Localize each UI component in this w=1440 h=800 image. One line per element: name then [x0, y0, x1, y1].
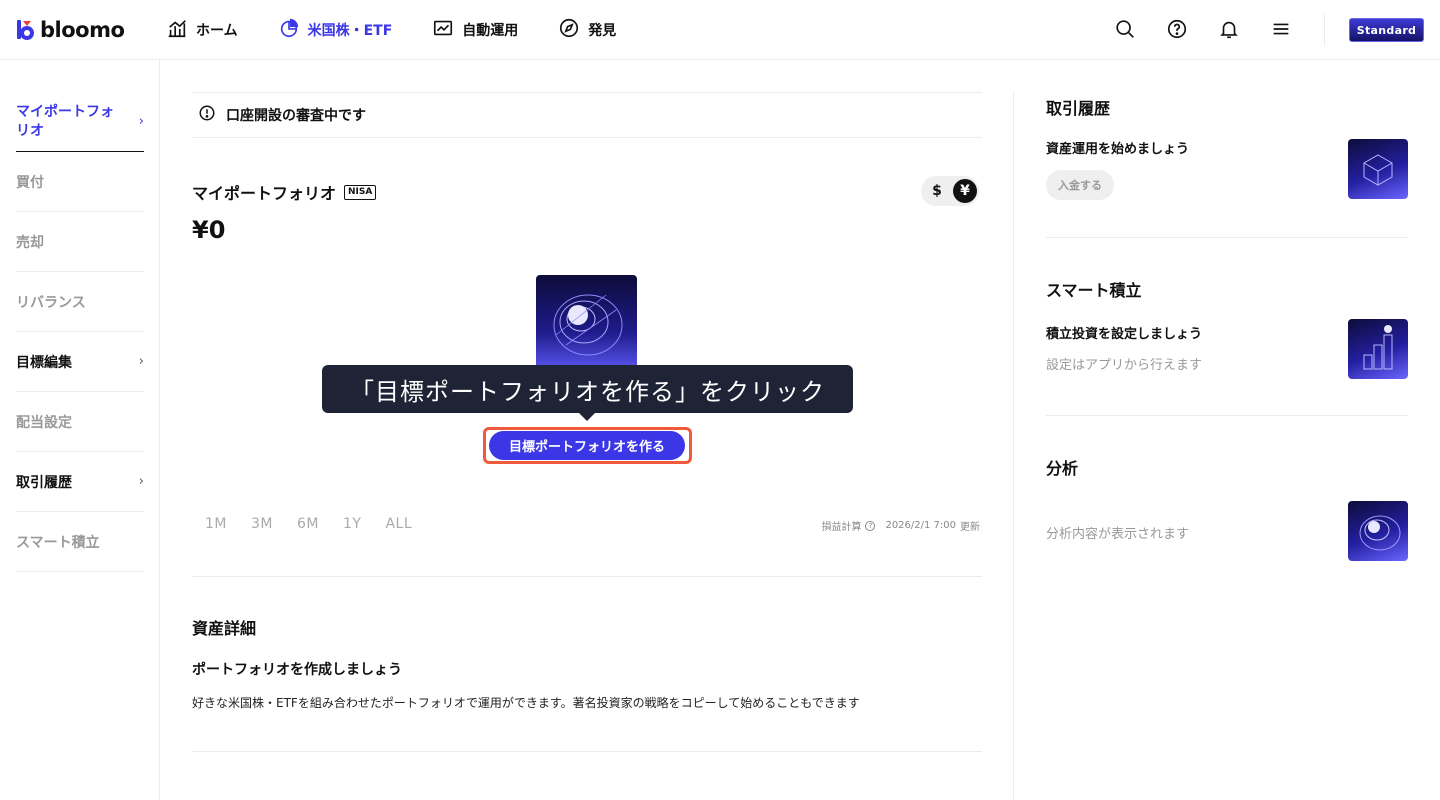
- chevron-right-icon: ›: [138, 114, 144, 129]
- sidebar-item-smart-savings[interactable]: スマート積立: [16, 512, 144, 572]
- asset-detail-description: 好きな米国株・ETFを組み合わせたポートフォリオで運用ができます。著名投資家の戦…: [192, 696, 860, 710]
- smart-savings-note: 設定はアプリから行えます: [1046, 358, 1203, 373]
- history-thumbnail: [1348, 139, 1408, 199]
- account-review-notice: 口座開設の審査中です: [192, 93, 982, 137]
- sidebar-item-rebalance[interactable]: リバランス: [16, 272, 144, 332]
- divider: [192, 751, 982, 752]
- tutorial-tooltip: 「目標ポートフォリオを作る」をクリック: [322, 365, 853, 413]
- range-1m[interactable]: 1M: [205, 516, 227, 532]
- nav-us-stocks[interactable]: 米国株・ETF: [278, 16, 393, 44]
- sidebar-item-my-portfolio[interactable]: マイポートフォリオ ›: [16, 92, 144, 152]
- asset-detail-title: 資産詳細: [192, 619, 257, 638]
- time-range-tabs: 1M 3M 6M 1Y ALL: [205, 516, 436, 532]
- history-subtitle: 資産運用を始めましょう: [1046, 142, 1190, 157]
- sidebar-item-label: 目標編集: [16, 354, 72, 371]
- currency-usd-button[interactable]: $: [925, 179, 949, 203]
- currency-jpy-button[interactable]: ¥: [953, 179, 977, 203]
- portfolio-title-text: マイポートフォリオ: [192, 184, 337, 203]
- divider: [192, 137, 982, 138]
- chevron-right-icon: ›: [138, 354, 144, 369]
- range-6m[interactable]: 6M: [297, 516, 319, 532]
- create-target-portfolio-button[interactable]: 目標ポートフォリオを作る: [489, 431, 685, 460]
- sidebar-item-label: 配当設定: [16, 414, 72, 431]
- menu-icon[interactable]: [1269, 17, 1293, 41]
- bell-icon[interactable]: [1217, 17, 1241, 41]
- tooltip-arrow: [578, 412, 596, 421]
- pnl-label: 損益計算: [821, 522, 862, 533]
- analysis-thumbnail: [1348, 501, 1408, 561]
- smart-savings-thumbnail: [1348, 319, 1408, 379]
- divider: [192, 576, 982, 577]
- nav-us-stocks-label: 米国株・ETF: [307, 23, 393, 39]
- top-header: bloomo ホーム 米国株・ETF 自動運用 発見 Standard: [0, 0, 1440, 60]
- sidebar-item-label: リバランス: [16, 294, 86, 311]
- asset-detail-subtitle: ポートフォリオを作成しましょう: [192, 662, 402, 678]
- nav-home-label: ホーム: [196, 23, 238, 39]
- sidebar-item-label: 取引履歴: [16, 474, 72, 491]
- nisa-badge: NISA: [344, 184, 377, 200]
- pie-chart-icon: [278, 17, 300, 43]
- line-chart-icon: [432, 17, 454, 43]
- updated-suffix: 更新: [960, 522, 980, 533]
- analysis-note: 分析内容が表示されます: [1046, 527, 1190, 542]
- nav-home[interactable]: ホーム: [166, 16, 238, 44]
- plan-badge[interactable]: Standard: [1349, 18, 1424, 42]
- compass-icon: [558, 17, 580, 43]
- notice-text: 口座開設の審査中です: [226, 108, 366, 124]
- header-divider: [1324, 14, 1325, 46]
- right-panel-divider: [1013, 92, 1014, 800]
- history-title: 取引履歴: [1046, 99, 1111, 118]
- nav-auto-invest-label: 自動運用: [462, 23, 519, 39]
- smart-savings-subtitle: 積立投資を設定しましょう: [1046, 327, 1203, 342]
- portfolio-illustration: [536, 275, 637, 370]
- range-1y[interactable]: 1Y: [343, 516, 361, 532]
- nav-discover-label: 発見: [588, 23, 617, 39]
- chart-growth-icon: [166, 17, 188, 43]
- sidebar-item-sell[interactable]: 売却: [16, 212, 144, 272]
- bloomo-logo-icon: [16, 19, 36, 41]
- search-icon[interactable]: [1113, 17, 1137, 41]
- help-icon[interactable]: [1165, 17, 1189, 41]
- question-icon[interactable]: ?: [865, 520, 876, 531]
- bloomo-logo[interactable]: bloomo: [16, 16, 125, 44]
- divider: [1046, 415, 1408, 416]
- header-actions: [1113, 17, 1321, 41]
- chevron-right-icon: ›: [138, 474, 144, 489]
- sidebar-item-history[interactable]: 取引履歴 ›: [16, 452, 144, 512]
- nav-discover[interactable]: 発見: [558, 16, 616, 44]
- sidebar-item-label: 売却: [16, 234, 44, 251]
- logo-text: bloomo: [40, 18, 125, 42]
- updated-at: 2026/2/1 7:00: [885, 520, 956, 531]
- smart-savings-title: スマート積立: [1046, 281, 1142, 300]
- nav-auto-invest[interactable]: 自動運用: [432, 16, 518, 44]
- sidebar-item-dividend[interactable]: 配当設定: [16, 392, 144, 452]
- currency-toggle: $ ¥: [921, 176, 979, 206]
- analysis-title: 分析: [1046, 459, 1079, 478]
- deposit-button[interactable]: 入金する: [1046, 170, 1114, 200]
- main-nav: ホーム 米国株・ETF 自動運用 発見: [166, 16, 656, 44]
- sidebar-item-edit-goal[interactable]: 目標編集 ›: [16, 332, 144, 392]
- range-3m[interactable]: 3M: [251, 516, 273, 532]
- divider: [1046, 237, 1408, 238]
- range-all[interactable]: ALL: [385, 516, 412, 532]
- portfolio-title: マイポートフォリオ NISA: [192, 180, 377, 204]
- sidebar-item-buy[interactable]: 買付: [16, 152, 144, 212]
- portfolio-amount: ¥0: [192, 216, 226, 244]
- sidebar-item-label: スマート積立: [16, 534, 100, 551]
- update-info: 損益計算 ? 2026/2/1 7:00 更新: [821, 518, 980, 533]
- info-icon: [198, 104, 216, 126]
- sidebar-item-label: マイポートフォリオ: [16, 103, 114, 139]
- sidebar-item-label: 買付: [16, 174, 44, 191]
